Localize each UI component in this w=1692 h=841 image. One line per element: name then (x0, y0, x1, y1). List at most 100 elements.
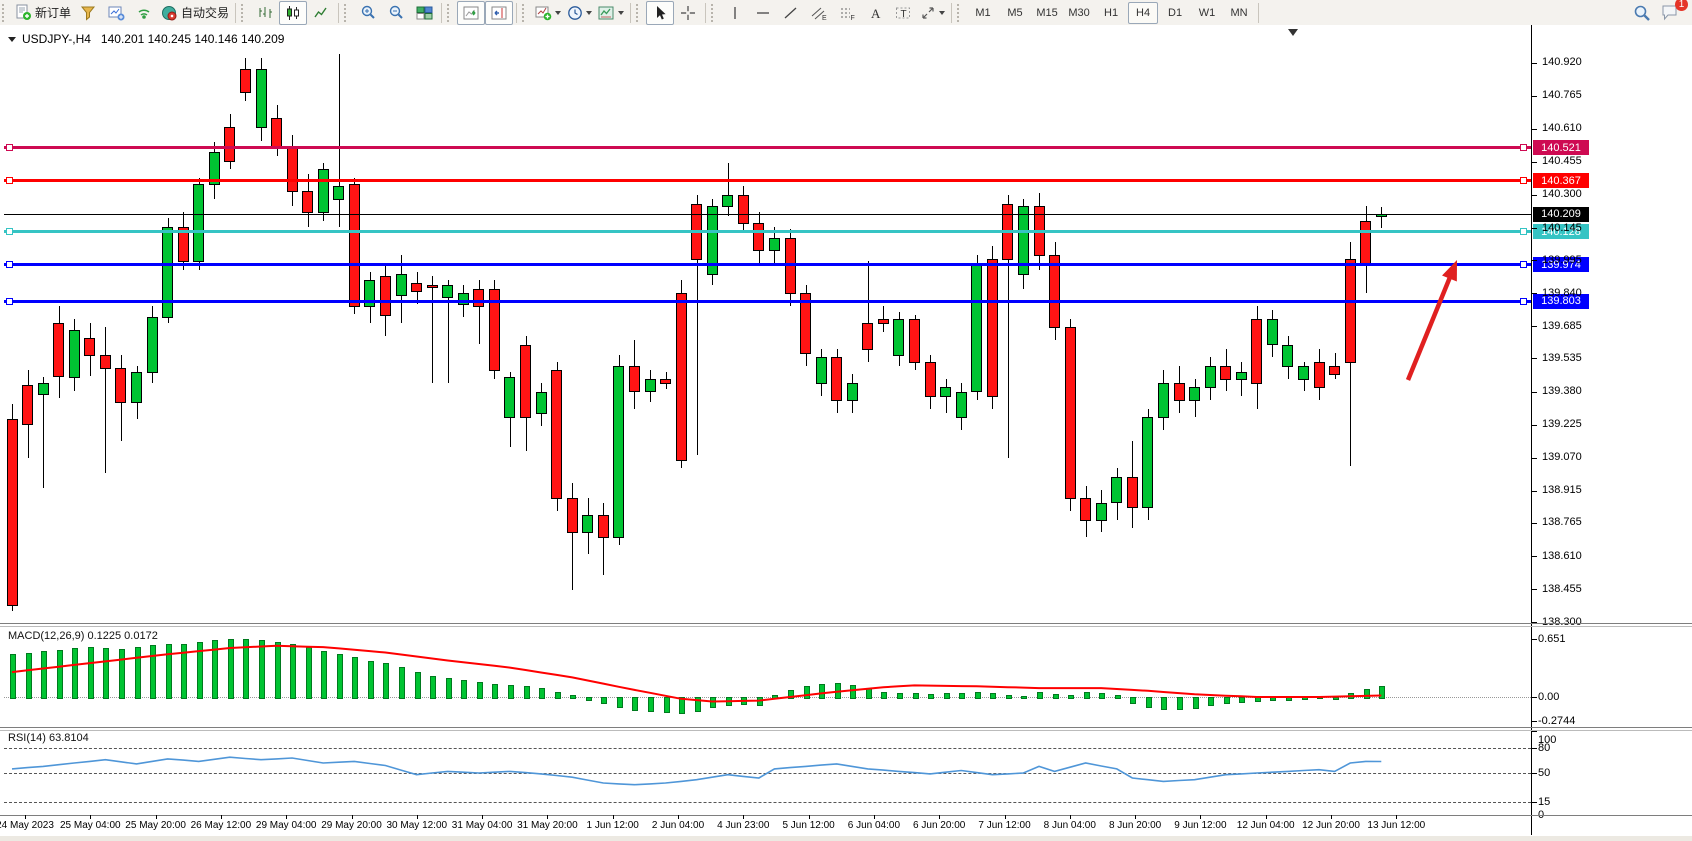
cursor-button[interactable] (646, 1, 674, 25)
tf-w1-label: W1 (1199, 7, 1216, 19)
open-chart-button[interactable] (102, 1, 130, 25)
new-order-button[interactable]: 新订单 (12, 1, 74, 25)
signals-icon (136, 5, 152, 21)
tab-timeframe-m1[interactable]: M1 (968, 2, 998, 24)
open-chart-icon (108, 5, 125, 21)
rsi-tick-label: 15 (1538, 796, 1550, 808)
rsi-tick (1531, 773, 1537, 774)
toolbar-separator (441, 3, 442, 23)
auto-trading-icon (161, 5, 178, 21)
text-button[interactable]: A (861, 1, 889, 25)
time-tick (482, 815, 483, 819)
tile-windows-button[interactable] (410, 1, 438, 25)
bar-chart-mode-button[interactable] (251, 1, 279, 25)
auto-trading-button[interactable]: 自动交易 (158, 1, 232, 25)
toolbar-grip (344, 4, 351, 22)
time-tick-label: 13 Jun 12:00 (1367, 820, 1425, 831)
candlestick-mode-button[interactable] (279, 1, 307, 25)
templates-dropdown-icon[interactable] (618, 11, 624, 15)
time-tick-label: 2 Jun 04:00 (652, 820, 704, 831)
time-tick (221, 815, 222, 819)
time-tick (939, 815, 940, 819)
tab-timeframe-w1[interactable]: W1 (1192, 2, 1222, 24)
tf-d1-label: D1 (1168, 7, 1182, 19)
time-tick-label: 6 Jun 20:00 (913, 820, 965, 831)
new-order-label: 新订单 (35, 4, 71, 21)
toolbar-separator (235, 3, 236, 23)
crosshair-button[interactable] (674, 1, 702, 25)
vertical-line-button[interactable] (721, 1, 749, 25)
time-tick (1200, 815, 1201, 819)
time-tick-label: 8 Jun 20:00 (1109, 820, 1161, 831)
time-tick-label: 30 May 12:00 (386, 820, 447, 831)
horizontal-line-button[interactable] (749, 1, 777, 25)
toolbar-separator (1258, 3, 1259, 23)
chart-window[interactable]: USDJPY-,H4 140.201 140.245 140.146 140.2… (0, 25, 1692, 841)
time-tick (809, 815, 810, 819)
chart-shift-button[interactable] (485, 1, 513, 25)
toolbar-separator (338, 3, 339, 23)
time-tick-label: 29 May 04:00 (256, 820, 317, 831)
bar-chart-mode-icon (257, 5, 273, 21)
tf-m1-label: M1 (975, 7, 990, 19)
fibonacci-retracement-button[interactable]: F (833, 1, 861, 25)
time-tick (678, 815, 679, 819)
rsi-tick (1531, 802, 1537, 803)
trendline-button[interactable] (777, 1, 805, 25)
tf-m5-label: M5 (1007, 7, 1022, 19)
time-tick-label: 12 Jun 20:00 (1302, 820, 1360, 831)
time-tick (743, 815, 744, 819)
fibonacci-retracement-icon: F (839, 5, 856, 21)
time-tick (1266, 815, 1267, 819)
time-tick (613, 815, 614, 819)
time-tick-label: 31 May 04:00 (452, 820, 513, 831)
chart-shift-icon (491, 5, 508, 21)
periods-icon (567, 5, 583, 21)
time-axis-separator (0, 815, 1692, 816)
tab-timeframe-mn[interactable]: MN (1224, 2, 1254, 24)
templates-icon (598, 5, 615, 21)
time-tick-label: 31 May 20:00 (517, 820, 578, 831)
toolbar-grip (711, 4, 718, 22)
tf-mn-label: MN (1230, 7, 1247, 19)
tab-timeframe-h4[interactable]: H4 (1128, 2, 1158, 24)
tf-m30-label: M30 (1068, 7, 1089, 19)
tab-timeframe-m15[interactable]: M15 (1032, 2, 1062, 24)
equidistant-channel-icon: E (811, 5, 828, 21)
search-button[interactable] (1628, 1, 1656, 25)
toolbar-separator (951, 3, 952, 23)
line-chart-mode-button[interactable] (307, 1, 335, 25)
tf-h4-label: H4 (1136, 7, 1150, 19)
tab-timeframe-d1[interactable]: D1 (1160, 2, 1190, 24)
zoom-out-button[interactable] (382, 1, 410, 25)
indicators-dropdown-icon[interactable] (555, 11, 561, 15)
time-tick (90, 815, 91, 819)
chat-button[interactable]: 1 (1656, 1, 1684, 25)
time-tick (874, 815, 875, 819)
auto-scroll-icon (463, 5, 480, 21)
time-tick-label: 12 Jun 04:00 (1237, 820, 1295, 831)
periods-button[interactable] (564, 1, 595, 25)
line-chart-mode-icon (313, 5, 329, 21)
cursor-icon (653, 5, 668, 21)
arrow-objects-button[interactable] (917, 1, 948, 25)
periods-dropdown-icon[interactable] (586, 11, 592, 15)
auto-scroll-button[interactable] (457, 1, 485, 25)
text-icon: A (868, 5, 882, 21)
arrow-objects-dropdown-icon[interactable] (939, 11, 945, 15)
application-window: 新订单 自动交易 EFAT M1 M5 M15 M30 H1 H4 D1 W1 MN 1 USDJPY-… (0, 0, 1692, 841)
arrow-objects-icon (920, 5, 936, 21)
templates-button[interactable] (595, 1, 627, 25)
time-tick-label: 1 Jun 12:00 (587, 820, 639, 831)
funnel-button[interactable] (74, 1, 102, 25)
zoom-in-button[interactable] (354, 1, 382, 25)
tab-timeframe-m5[interactable]: M5 (1000, 2, 1030, 24)
time-tick-label: 9 Jun 12:00 (1174, 820, 1226, 831)
tab-timeframe-h1[interactable]: H1 (1096, 2, 1126, 24)
equidistant-channel-button[interactable]: E (805, 1, 833, 25)
signals-button[interactable] (130, 1, 158, 25)
indicators-button[interactable] (532, 1, 564, 25)
search-icon (1633, 4, 1651, 22)
text-label-button[interactable]: T (889, 1, 917, 25)
tab-timeframe-m30[interactable]: M30 (1064, 2, 1094, 24)
